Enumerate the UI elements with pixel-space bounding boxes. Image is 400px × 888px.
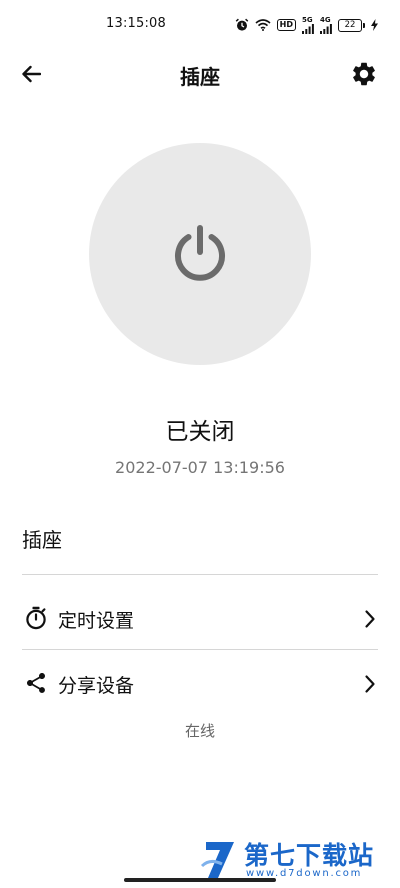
alarm-icon (235, 18, 249, 32)
watermark-title: 第七下载站 (244, 841, 375, 870)
online-status: 在线 (184, 722, 215, 740)
signal-icon: 4G (320, 15, 332, 34)
stopwatch-icon (24, 606, 48, 630)
signal-icon: 5G (302, 15, 314, 34)
timer-settings-item[interactable]: 定时设置 (0, 593, 400, 645)
gear-icon (353, 62, 375, 86)
power-toggle-button[interactable] (89, 143, 311, 365)
settings-button[interactable] (348, 58, 380, 90)
divider (22, 574, 378, 575)
share-device-label: 分享设备 (58, 675, 135, 697)
timer-settings-label: 定时设置 (58, 610, 135, 632)
battery-icon: 22 (338, 18, 365, 32)
watermark: 第七下载站 www.d7down.com (200, 836, 392, 882)
page-title: 插座 (180, 65, 220, 89)
home-indicator[interactable] (124, 878, 276, 882)
power-icon (175, 225, 225, 281)
status-bar: 13:15:08 HD 5G 4G 22 (0, 0, 400, 48)
power-status-text: 已关闭 (165, 419, 235, 445)
battery-level: 22 (338, 18, 362, 32)
chevron-right-icon (362, 672, 378, 696)
header: 插座 (0, 48, 400, 100)
signal-label: 5G (302, 15, 313, 24)
charging-icon (371, 19, 378, 31)
chevron-right-icon (362, 607, 378, 631)
status-time: 13:15:08 (106, 16, 166, 31)
divider (22, 649, 378, 650)
wifi-icon (255, 19, 271, 31)
share-icon (24, 671, 48, 695)
device-name: 插座 (22, 528, 62, 552)
hd-icon: HD (276, 19, 296, 31)
watermark-logo-icon (200, 842, 234, 878)
signal-label: 4G (320, 15, 331, 24)
power-timestamp: 2022-07-07 13:19:56 (115, 458, 285, 477)
share-device-item[interactable]: 分享设备 (0, 658, 400, 710)
status-icons: HD 5G 4G 22 (235, 16, 378, 34)
